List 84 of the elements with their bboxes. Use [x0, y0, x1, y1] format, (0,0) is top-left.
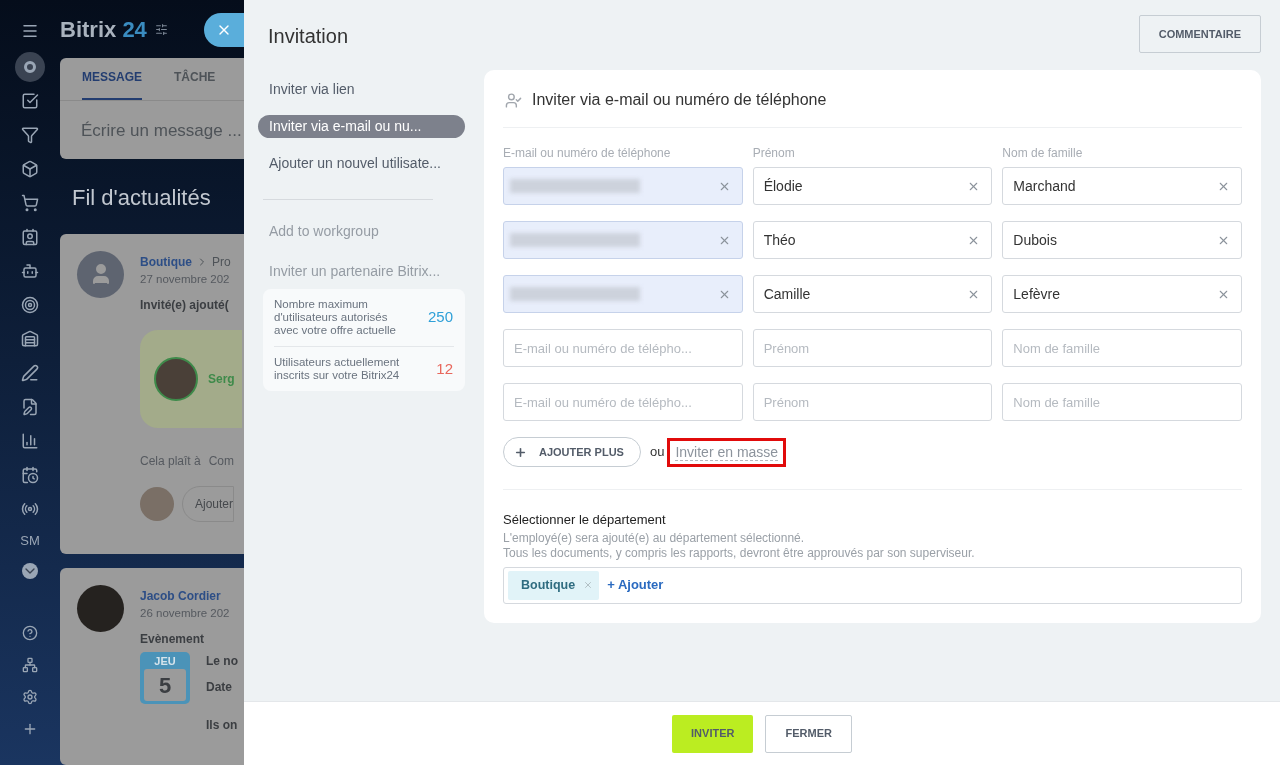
email-field[interactable] — [503, 167, 743, 205]
post-author[interactable]: Boutique — [140, 252, 192, 271]
contact-card-icon[interactable] — [21, 228, 39, 246]
column-label: Prénom — [752, 145, 796, 162]
cube-icon[interactable] — [21, 160, 39, 178]
card-title: Inviter via e-mail ou numéro de téléphone — [532, 90, 827, 110]
network-icon[interactable] — [22, 657, 38, 673]
signature-icon[interactable] — [21, 364, 39, 382]
add-department-link[interactable]: + Ajouter — [607, 575, 664, 595]
target-icon[interactable] — [21, 296, 39, 314]
mass-invite-link[interactable]: Inviter en masse — [667, 437, 787, 467]
text-field[interactable]: Marchand — [1002, 167, 1242, 205]
post-author[interactable]: Jacob Cordier — [140, 586, 227, 605]
department-field[interactable]: Boutique + Ajouter — [503, 566, 1242, 604]
column-label: Nom de famille — [1002, 145, 1084, 162]
funnel-icon[interactable] — [21, 126, 39, 144]
post-group[interactable]: Pro — [212, 252, 231, 271]
robot-icon[interactable] — [21, 262, 39, 280]
settings-icon[interactable] — [22, 689, 38, 705]
limit-value: 250 — [427, 307, 454, 328]
event-detail: Date — [206, 679, 233, 697]
close-button[interactable] — [204, 12, 244, 47]
feed-title: Fil d'actualités — [71, 183, 212, 212]
calendar-icon[interactable] — [21, 466, 39, 484]
warehouse-icon[interactable] — [21, 330, 39, 348]
sliders-icon[interactable] — [154, 23, 168, 37]
text-field[interactable]: Lefèvre — [1002, 275, 1242, 313]
department-hint: Tous les documents, y compris les rapports, devront être approuvés par son superviseur. — [503, 545, 976, 561]
department-title: Sélectionner le département — [503, 511, 667, 529]
input-field[interactable]: Nom de famille — [1002, 329, 1242, 367]
avatar-placeholder — [77, 250, 124, 298]
composer-tab[interactable]: TÂCHE — [174, 68, 216, 101]
nav-item[interactable]: Inviter via lien — [258, 78, 465, 101]
brand-logo: Bitrix 24 — [60, 16, 147, 45]
nav-item[interactable]: Inviter via e-mail ou nu... — [258, 115, 465, 138]
input-field[interactable]: E-mail ou numéro de télépho... — [503, 329, 743, 367]
cart-icon[interactable] — [21, 194, 39, 212]
post-headline: Invité(e) ajouté( — [140, 296, 229, 314]
user-icon — [505, 91, 522, 109]
expand-icon[interactable] — [22, 563, 38, 579]
text-field[interactable]: Dubois — [1002, 221, 1242, 259]
column-label: E-mail ou numéro de téléphone — [503, 145, 672, 162]
add-icon[interactable] — [22, 721, 38, 737]
or-text: ou — [649, 443, 665, 462]
limit-label: Nombre maximum d'utilisateurs autorisés avec votre offre actuelle — [274, 298, 397, 337]
avatar-placeholder — [77, 584, 124, 632]
input-field[interactable]: Nom de famille — [1002, 383, 1242, 421]
input-field[interactable]: Prénom — [752, 329, 993, 367]
input-field[interactable]: E-mail ou numéro de télépho... — [503, 383, 743, 421]
comment-button[interactable]: COMMENTAIRE — [1138, 15, 1261, 53]
plus-icon — [514, 445, 527, 459]
post-date: 27 novembre 202 — [140, 271, 230, 287]
avatar-placeholder — [154, 356, 198, 401]
broadcast-icon[interactable] — [21, 500, 39, 518]
comment-link[interactable]: Com — [208, 451, 235, 470]
invite-button[interactable]: INVITER — [672, 714, 754, 753]
department-tag[interactable]: Boutique — [508, 570, 600, 600]
calendar-date: JEU 5 — [140, 652, 190, 705]
help-icon[interactable] — [22, 625, 38, 641]
sidebar-monogram[interactable]: SM — [20, 534, 40, 547]
limit-label: Utilisateurs actuellement inscrits sur votre Bitrix24 — [274, 356, 401, 382]
event-detail: Le no — [206, 653, 238, 671]
avatar-placeholder — [140, 486, 174, 521]
department-hint: L'employé(e) sera ajouté(e) au département sélectionné. — [503, 530, 806, 546]
input-field[interactable]: Prénom — [752, 383, 993, 421]
email-field[interactable] — [503, 221, 743, 259]
close-button[interactable]: FERMER — [765, 714, 852, 753]
menu-icon[interactable] — [21, 22, 39, 40]
text-field[interactable]: Camille — [752, 275, 993, 313]
document-edit-icon[interactable] — [21, 398, 39, 416]
post-date: 26 novembre 202 — [140, 605, 230, 621]
panel-title: Invitation — [268, 24, 349, 49]
text-field[interactable]: Élodie — [752, 167, 993, 205]
tasks-icon[interactable] — [21, 92, 39, 110]
post-headline: Evènement — [140, 631, 206, 649]
text-field[interactable]: Théo — [752, 221, 993, 259]
event-detail: Ils on — [206, 717, 238, 735]
like-link[interactable]: Cela plaît à — [140, 451, 201, 470]
limit-value: 12 — [436, 358, 454, 379]
email-field[interactable] — [503, 275, 743, 313]
composer-tab[interactable]: MESSAGE — [82, 68, 142, 101]
nav-item[interactable]: Ajouter un nouvel utilisate... — [258, 152, 465, 175]
composer-placeholder[interactable]: Écrire un message ... — [60, 101, 244, 144]
bar-chart-icon[interactable] — [21, 432, 39, 450]
